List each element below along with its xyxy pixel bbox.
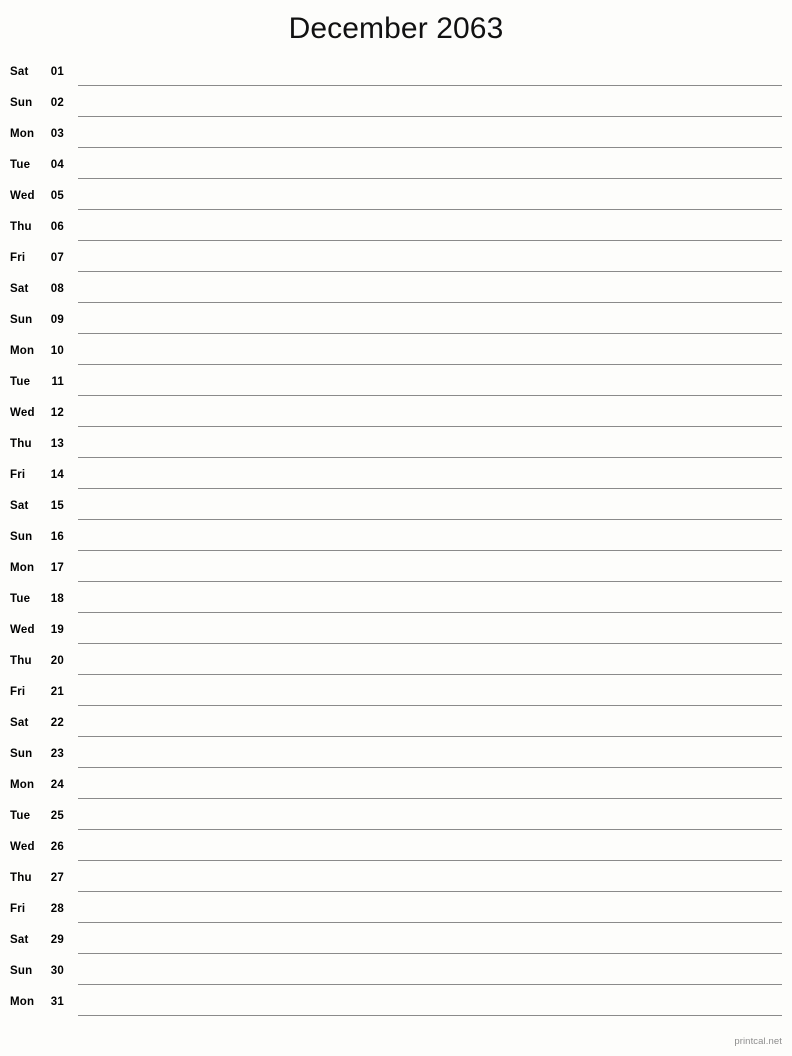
day-row[interactable]: Mon 03 [0,122,792,153]
note-writing-line[interactable] [78,116,782,117]
day-row[interactable]: Thu 13 [0,432,792,463]
day-number-label: 11 [51,376,64,388]
day-number-label: 21 [50,686,64,698]
calendar-page: December 2063 Sat 01 Sun 02 Mon 03 Tue 04 Wed 05 T… [0,0,792,1056]
day-row[interactable]: Fri 14 [0,463,792,494]
note-writing-line[interactable] [78,984,782,985]
day-number-label: 10 [50,345,64,357]
page-title: December 2063 [288,12,504,45]
day-number-label: 12 [50,407,64,419]
day-number-label: 09 [50,314,64,326]
day-row[interactable]: Sat 08 [0,277,792,308]
day-number-label: 01 [50,66,64,78]
day-row[interactable]: Sun 16 [0,525,792,556]
note-writing-line[interactable] [78,271,782,272]
note-writing-line[interactable] [78,860,782,861]
footer-brand: printcal.net [734,1036,782,1047]
day-row[interactable]: Tue 04 [0,153,792,184]
day-row[interactable]: Fri 07 [0,246,792,277]
day-row[interactable]: Wed 26 [0,835,792,866]
day-number-label: 24 [50,779,64,791]
day-row[interactable]: Mon 10 [0,339,792,370]
note-writing-line[interactable] [78,147,782,148]
day-row[interactable]: Sat 22 [0,711,792,742]
day-row[interactable]: Sun 30 [0,959,792,990]
note-writing-line[interactable] [78,891,782,892]
note-writing-line[interactable] [78,612,782,613]
note-writing-line[interactable] [78,767,782,768]
note-writing-line[interactable] [78,488,782,489]
day-number-label: 15 [50,500,64,512]
day-number-label: 02 [50,97,64,109]
note-writing-line[interactable] [78,705,782,706]
day-number-label: 16 [50,531,64,543]
note-writing-line[interactable] [78,240,782,241]
day-number-label: 18 [50,593,64,605]
day-row[interactable]: Tue 25 [0,804,792,835]
day-row[interactable]: Mon 31 [0,990,792,1021]
day-row[interactable]: Wed 12 [0,401,792,432]
note-writing-line[interactable] [78,364,782,365]
note-writing-line[interactable] [78,550,782,551]
day-number-label: 03 [50,128,64,140]
day-row-list: Sat 01 Sun 02 Mon 03 Tue 04 Wed 05 Thu 06 Fri 07 Sat 08… [0,60,792,1021]
day-number-label: 19 [50,624,64,636]
note-writing-line[interactable] [78,457,782,458]
day-row[interactable]: Sat 01 [0,60,792,91]
day-number-label: 06 [50,221,64,233]
note-writing-line[interactable] [78,953,782,954]
day-number-label: 17 [50,562,64,574]
day-row[interactable]: Mon 24 [0,773,792,804]
day-row[interactable]: Tue 18 [0,587,792,618]
note-writing-line[interactable] [78,333,782,334]
note-writing-line[interactable] [78,1015,782,1016]
day-number-label: 31 [50,996,64,1008]
day-number-label: 05 [50,190,64,202]
day-number-label: 23 [50,748,64,760]
day-number-label: 07 [50,252,64,264]
day-number-label: 13 [50,438,64,450]
note-writing-line[interactable] [78,209,782,210]
note-writing-line[interactable] [78,395,782,396]
note-writing-line[interactable] [78,829,782,830]
day-number-label: 14 [50,469,64,481]
day-number-label: 22 [50,717,64,729]
day-number-label: 20 [50,655,64,667]
day-row[interactable]: Tue 11 [0,370,792,401]
day-number-label: 04 [50,159,64,171]
day-row[interactable]: Sat 15 [0,494,792,525]
day-row[interactable]: Wed 19 [0,618,792,649]
day-row[interactable]: Thu 27 [0,866,792,897]
note-writing-line[interactable] [78,178,782,179]
day-row[interactable]: Mon 17 [0,556,792,587]
day-row[interactable]: Sun 02 [0,91,792,122]
day-row[interactable]: Sun 09 [0,308,792,339]
day-number-label: 25 [50,810,64,822]
day-row[interactable]: Sun 23 [0,742,792,773]
day-row[interactable]: Wed 05 [0,184,792,215]
day-row[interactable]: Sat 29 [0,928,792,959]
day-number-label: 08 [50,283,64,295]
note-writing-line[interactable] [78,922,782,923]
day-number-label: 28 [50,903,64,915]
day-row[interactable]: Fri 28 [0,897,792,928]
day-row[interactable]: Fri 21 [0,680,792,711]
note-writing-line[interactable] [78,674,782,675]
day-number-label: 27 [50,872,64,884]
day-number-label: 29 [50,934,64,946]
note-writing-line[interactable] [78,581,782,582]
note-writing-line[interactable] [78,426,782,427]
note-writing-line[interactable] [78,798,782,799]
note-writing-line[interactable] [78,302,782,303]
day-row[interactable]: Thu 20 [0,649,792,680]
day-row[interactable]: Thu 06 [0,215,792,246]
day-number-label: 26 [50,841,64,853]
day-number-label: 30 [50,965,64,977]
note-writing-line[interactable] [78,736,782,737]
note-writing-line[interactable] [78,643,782,644]
note-writing-line[interactable] [78,85,782,86]
note-writing-line[interactable] [78,519,782,520]
